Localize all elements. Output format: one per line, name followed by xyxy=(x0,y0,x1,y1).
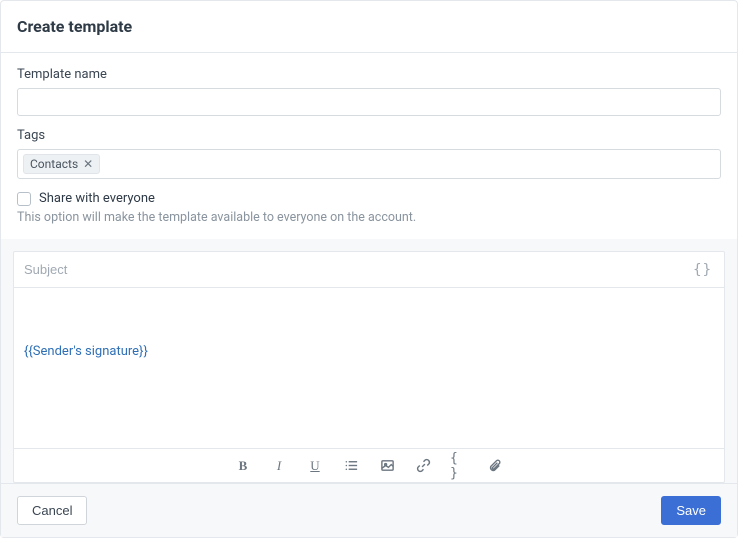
tag-chip-contacts: Contacts ✕ xyxy=(23,154,100,174)
cancel-button[interactable]: Cancel xyxy=(17,496,87,525)
editor-toolbar: B I U { } xyxy=(14,448,724,482)
modal-title: Create template xyxy=(17,17,721,36)
link-button[interactable] xyxy=(414,457,432,475)
bold-button[interactable]: B xyxy=(234,457,252,475)
attachment-button[interactable] xyxy=(486,457,504,475)
subject-input[interactable] xyxy=(24,262,691,277)
tag-label: Contacts xyxy=(30,157,78,171)
signature-token: {{Sender's signature}} xyxy=(24,344,714,359)
editor-section: {} {{Sender's signature}} B I U { } xyxy=(1,239,737,537)
list-icon xyxy=(344,458,359,473)
subject-row: {} xyxy=(14,252,724,288)
template-name-label: Template name xyxy=(17,67,721,82)
variables-button[interactable]: { } xyxy=(450,457,468,475)
italic-button[interactable]: I xyxy=(270,457,288,475)
list-button[interactable] xyxy=(342,457,360,475)
save-button[interactable]: Save xyxy=(661,496,721,525)
template-name-input[interactable] xyxy=(17,88,721,116)
tags-label: Tags xyxy=(17,128,721,143)
link-icon xyxy=(416,458,431,473)
email-body-editor[interactable]: {{Sender's signature}} xyxy=(14,288,724,448)
share-row: Share with everyone xyxy=(17,191,721,206)
tag-remove-icon[interactable]: ✕ xyxy=(83,158,93,170)
editor-box: {} {{Sender's signature}} B I U { } xyxy=(13,251,725,483)
create-template-modal: Create template Template name Tags Conta… xyxy=(0,0,738,538)
modal-body: Template name Tags Contacts ✕ Share with… xyxy=(1,53,737,225)
tags-group: Tags Contacts ✕ xyxy=(17,128,721,179)
modal-footer: Cancel Save xyxy=(1,483,737,537)
image-icon xyxy=(380,458,395,473)
share-help-text: This option will make the template avail… xyxy=(17,210,721,225)
share-label: Share with everyone xyxy=(39,191,155,206)
modal-header: Create template xyxy=(1,1,737,53)
insert-variable-button[interactable]: {} xyxy=(691,260,714,280)
share-checkbox[interactable] xyxy=(17,192,31,206)
underline-button[interactable]: U xyxy=(306,457,324,475)
image-button[interactable] xyxy=(378,457,396,475)
paperclip-icon xyxy=(488,458,503,473)
template-name-group: Template name xyxy=(17,67,721,116)
tags-input[interactable]: Contacts ✕ xyxy=(17,149,721,179)
